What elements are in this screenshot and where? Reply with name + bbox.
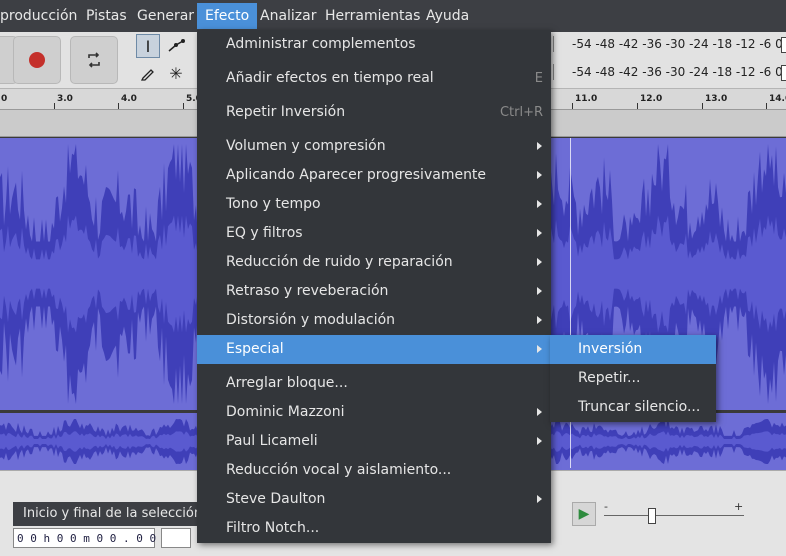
- submenu-item-inversion[interactable]: Inversión: [550, 335, 716, 364]
- meter-scale: -54 -48 -42 -36 -30 -24 -18 -12 -6 0: [572, 37, 783, 51]
- submenu-arrow-icon: [537, 142, 542, 150]
- multi-tool-button[interactable]: ✳: [164, 61, 188, 85]
- play-icon: ▶: [578, 506, 590, 522]
- menu-pistas[interactable]: Pistas: [86, 8, 127, 24]
- selection-label: Inicio y final de la selección: [13, 502, 213, 526]
- menu-item-reduccion-vocal[interactable]: Reducción vocal y aislamiento...: [197, 456, 551, 485]
- shortcut-label: E: [534, 71, 543, 86]
- menu-item-tono-tempo[interactable]: Tono y tempo: [197, 190, 551, 219]
- slider-minus-label: -: [604, 500, 608, 513]
- submenu-arrow-icon: [537, 345, 542, 353]
- submenu-item-truncar-silencio[interactable]: Truncar silencio...: [550, 393, 716, 422]
- pencil-icon: [140, 69, 154, 81]
- submenu-arrow-icon: [537, 408, 542, 416]
- play-at-speed-button[interactable]: ▶: [572, 502, 596, 526]
- slider-thumb[interactable]: [648, 508, 656, 524]
- selection-start-time[interactable]: 0 0 h 0 0 m 0 0 . 0 0 0 s: [13, 528, 183, 548]
- shortcut-label: Ctrl+R: [499, 105, 543, 120]
- asterisk-icon: ✳: [169, 63, 183, 83]
- menu-item-arreglar-bloque[interactable]: Arreglar bloque...: [197, 369, 551, 398]
- effect-menu: Administrar complementos Añadir efectos …: [197, 30, 551, 543]
- playback-meter[interactable]: -54 -48 -42 -36 -30 -24 -18 -12 -6 0: [545, 62, 786, 82]
- submenu-arrow-icon: [537, 229, 542, 237]
- loop-icon: [88, 52, 100, 68]
- menu-item-reduccion-ruido[interactable]: Reducción de ruido y reparación: [197, 248, 551, 277]
- record-icon: [29, 52, 45, 68]
- loop-button[interactable]: [70, 36, 118, 84]
- draw-tool-button[interactable]: [136, 61, 160, 85]
- selection-end-time[interactable]: [161, 528, 191, 548]
- menu-efecto[interactable]: Efecto: [197, 3, 258, 29]
- menu-item-paul-licameli[interactable]: Paul Licameli: [197, 427, 551, 456]
- playback-speed-slider[interactable]: - +: [604, 500, 744, 526]
- submenu-arrow-icon: [537, 495, 542, 503]
- menu-produccion[interactable]: producción: [0, 8, 77, 24]
- menu-generar[interactable]: Generar: [137, 8, 194, 24]
- menu-item-distorsion-modulacion[interactable]: Distorsión y modulación: [197, 306, 551, 335]
- selection-tool-button[interactable]: I: [136, 34, 160, 58]
- menu-item-aparecer-progresivamente[interactable]: Aplicando Aparecer progresivamente: [197, 161, 551, 190]
- meter-scale: -54 -48 -42 -36 -30 -24 -18 -12 -6 0: [572, 65, 783, 79]
- submenu-arrow-icon: [537, 171, 542, 179]
- record-button[interactable]: [13, 36, 61, 84]
- menu-herramientas[interactable]: Herramientas: [325, 8, 420, 24]
- menu-item-repetir-inversion[interactable]: Repetir Inversión Ctrl+R: [197, 98, 551, 127]
- slider-plus-label: +: [734, 500, 744, 513]
- menu-item-administrar-complementos[interactable]: Administrar complementos: [197, 30, 551, 59]
- menu-ayuda[interactable]: Ayuda: [426, 8, 469, 24]
- menu-item-eq-filtros[interactable]: EQ y filtros: [197, 219, 551, 248]
- menu-item-steve-daulton[interactable]: Steve Daulton: [197, 485, 551, 514]
- submenu-arrow-icon: [537, 287, 542, 295]
- i-beam-icon: I: [145, 36, 151, 56]
- submenu-arrow-icon: [537, 200, 542, 208]
- menu-item-volumen-compresion[interactable]: Volumen y compresión: [197, 132, 551, 161]
- submenu-item-repetir[interactable]: Repetir...: [550, 364, 716, 393]
- menu-item-dominic-mazzoni[interactable]: Dominic Mazzoni: [197, 398, 551, 427]
- submenu-arrow-icon: [537, 437, 542, 445]
- play-at-speed-toolbar: ▶ - +: [560, 498, 786, 556]
- menu-bar: producción Pistas Generar Efecto Analiza…: [0, 0, 786, 32]
- envelope-icon: [168, 39, 185, 52]
- special-submenu: Inversión Repetir... Truncar silencio...: [550, 335, 716, 422]
- menu-item-especial[interactable]: Especial: [197, 335, 551, 364]
- envelope-tool-button[interactable]: [164, 34, 188, 58]
- menu-analizar[interactable]: Analizar: [260, 8, 317, 24]
- submenu-arrow-icon: [537, 316, 542, 324]
- menu-item-retraso-reverberacion[interactable]: Retraso y reveberación: [197, 277, 551, 306]
- menu-item-filtro-notch[interactable]: Filtro Notch...: [197, 514, 551, 543]
- submenu-arrow-icon: [537, 258, 542, 266]
- record-meter[interactable]: -54 -48 -42 -36 -30 -24 -18 -12 -6 0: [545, 34, 786, 54]
- menu-item-efectos-tiempo-real[interactable]: Añadir efectos en tiempo real E: [197, 64, 551, 93]
